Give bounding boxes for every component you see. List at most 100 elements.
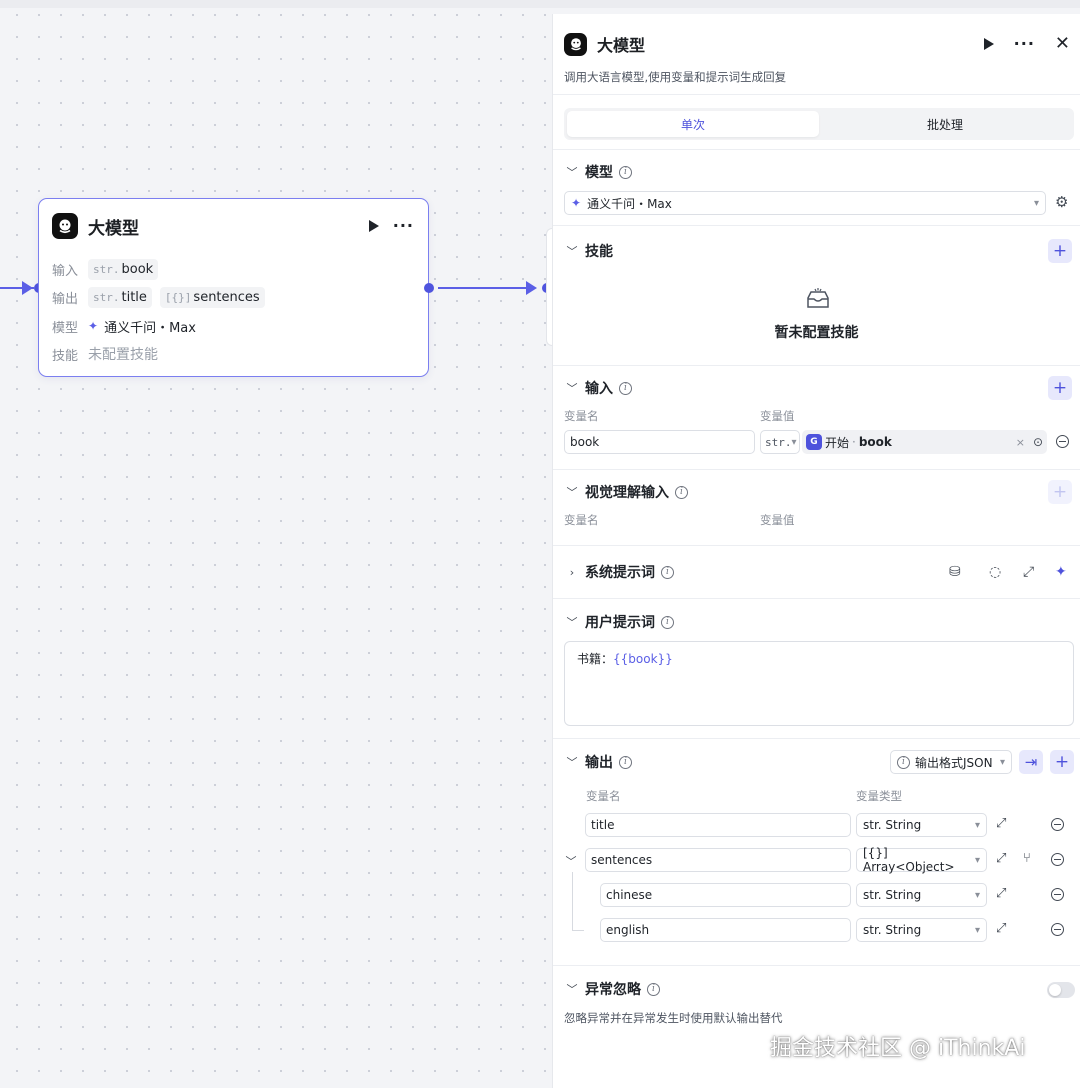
sparkle-icon[interactable]: ✦: [1055, 564, 1067, 580]
input-var-value-ref[interactable]: G 开始 · book × ⊙: [802, 430, 1047, 454]
node-output-row: 输出 str. title [{}] sentences: [52, 286, 273, 308]
clear-icon[interactable]: ×: [1016, 436, 1025, 449]
panel-more-icon[interactable]: ···: [1014, 36, 1035, 52]
expand-icon[interactable]: ⤢: [996, 851, 1006, 866]
chevron-down-icon[interactable]: ﹀: [564, 614, 580, 630]
info-icon[interactable]: i: [619, 755, 632, 769]
bulb-icon[interactable]: ◌: [989, 564, 1001, 580]
node-input-label: 输入: [52, 263, 79, 279]
divider: [553, 965, 1080, 966]
remove-input-icon[interactable]: [1056, 435, 1069, 448]
input-col-name-header: 变量名: [564, 409, 599, 423]
add-input-plus-icon[interactable]: +: [1048, 376, 1072, 400]
expand-icon[interactable]: ⤢: [996, 921, 1006, 936]
user-prompt-section-header[interactable]: ﹀ 用户提示词 i: [564, 611, 1072, 633]
output-type-select[interactable]: [{}] Array<Object> ▾: [856, 846, 987, 874]
output-var-name-field[interactable]: title: [585, 813, 851, 837]
output-section-title: 输出: [585, 755, 613, 771]
tab-batch[interactable]: 批处理: [819, 111, 1071, 137]
run-play-icon[interactable]: [983, 38, 994, 50]
node-output-handle[interactable]: [424, 283, 434, 293]
chevron-down-icon[interactable]: ﹀: [564, 380, 580, 396]
info-icon[interactable]: i: [619, 165, 632, 179]
canvas-top-bar: [0, 0, 1080, 8]
remove-output-icon[interactable]: [1051, 818, 1064, 831]
node-more-icon[interactable]: ···: [393, 218, 414, 234]
node-skill-row: 技能 未配置技能: [52, 343, 158, 365]
remove-output-icon[interactable]: [1051, 923, 1064, 936]
model-section-header[interactable]: ﹀ 模型 i: [564, 161, 1072, 183]
chevron-down-icon[interactable]: ﹀: [563, 853, 579, 869]
exception-section-header[interactable]: ﹀ 异常忽略 i: [564, 978, 1072, 1000]
panel-description: 调用大语言模型,使用变量和提示词生成回复: [564, 70, 787, 84]
qwen-model-icon: ✦: [571, 196, 582, 210]
remove-output-icon[interactable]: [1051, 853, 1064, 866]
info-icon[interactable]: i: [661, 565, 674, 579]
tree-connector: [572, 930, 584, 931]
info-icon[interactable]: i: [647, 982, 660, 996]
divider: [553, 94, 1080, 95]
remove-output-icon[interactable]: [1051, 888, 1064, 901]
chevron-down-icon[interactable]: ﹀: [564, 484, 580, 500]
exception-description: 忽略异常并在异常发生时使用默认输出替代: [564, 1011, 783, 1025]
output-child-name-field[interactable]: chinese: [600, 883, 851, 907]
inputs-section-header[interactable]: ﹀ 输入 i +: [564, 376, 1072, 400]
node-output-tag: str. title: [88, 286, 152, 308]
outgoing-edge-arrow-icon: [526, 281, 537, 295]
tree-connector: [572, 872, 573, 930]
output-child-name-field[interactable]: english: [600, 918, 851, 942]
output-type-select[interactable]: str. String ▾: [856, 813, 987, 837]
close-icon[interactable]: ✕: [1055, 35, 1070, 53]
add-child-icon[interactable]: ⑂: [1023, 851, 1031, 866]
outgoing-edge[interactable]: [438, 287, 534, 289]
chevron-down-icon[interactable]: ﹀: [564, 164, 580, 180]
node-header: 大模型 ···: [52, 212, 414, 240]
input-type-select[interactable]: str. ▾: [760, 430, 800, 454]
input-var-name-field[interactable]: book: [564, 430, 755, 454]
panel-title: 大模型: [597, 36, 646, 55]
prompt-library-icon[interactable]: ⛁: [949, 564, 961, 580]
llm-node-card[interactable]: 大模型 ··· 输入 str. book 输出 str. title [{}] …: [38, 198, 429, 377]
chevron-down-icon[interactable]: ﹀: [564, 754, 580, 770]
node-config-panel: 大模型 ··· ✕ 调用大语言模型,使用变量和提示词生成回复 单次 批处理 ﹀ …: [552, 14, 1080, 1088]
settings-icon[interactable]: ⚙: [1055, 193, 1068, 211]
add-vision-plus-icon[interactable]: +: [1048, 480, 1072, 504]
output-format-select[interactable]: i 输出格式JSON ▾: [890, 750, 1012, 774]
vision-section-header[interactable]: ﹀ 视觉理解输入 i +: [564, 480, 1072, 504]
panel-header: 大模型 ··· ✕: [564, 31, 1070, 57]
exception-section-title: 异常忽略: [585, 982, 641, 998]
vision-col-name-header: 变量名: [564, 513, 599, 527]
chevron-right-icon[interactable]: ›: [564, 566, 580, 579]
expand-icon[interactable]: ⤢: [1023, 564, 1034, 580]
info-icon[interactable]: i: [619, 381, 632, 395]
expand-icon[interactable]: ⤢: [996, 816, 1006, 831]
chevron-down-icon: ▾: [974, 819, 980, 831]
node-input-tag: str. book: [88, 258, 159, 280]
chevron-down-icon[interactable]: ﹀: [564, 981, 580, 997]
output-var-name-field[interactable]: sentences: [585, 848, 851, 872]
node-title: 大模型: [88, 218, 139, 239]
output-type-select[interactable]: str. String ▾: [856, 883, 987, 907]
chevron-down-icon[interactable]: ﹀: [564, 243, 580, 259]
skills-section-header[interactable]: ﹀ 技能 +: [564, 239, 1072, 263]
info-icon[interactable]: i: [675, 485, 688, 499]
output-type-select[interactable]: str. String ▾: [856, 918, 987, 942]
output-col-type-header: 变量类型: [856, 789, 902, 803]
model-select[interactable]: ✦ 通义千问・Max ▾: [564, 191, 1046, 215]
exception-ignore-toggle[interactable]: [1047, 982, 1075, 998]
node-output-label: 输出: [52, 291, 79, 307]
divider: [553, 469, 1080, 470]
chevron-down-icon: ▾: [974, 889, 980, 901]
user-prompt-editor[interactable]: 书籍：{{book}}: [564, 641, 1074, 726]
target-icon[interactable]: ⊙: [1033, 435, 1043, 449]
tab-single[interactable]: 单次: [567, 111, 819, 137]
info-icon[interactable]: i: [661, 615, 674, 629]
add-skill-plus-icon[interactable]: +: [1048, 239, 1072, 263]
add-output-plus-icon[interactable]: +: [1050, 750, 1074, 774]
incoming-edge-arrow-icon: [22, 281, 33, 295]
run-node-play-icon[interactable]: [368, 220, 379, 232]
import-icon[interactable]: ⇥: [1019, 750, 1043, 774]
divider: [553, 149, 1080, 150]
expand-icon[interactable]: ⤢: [996, 886, 1006, 901]
skills-section-title: 技能: [585, 244, 613, 260]
